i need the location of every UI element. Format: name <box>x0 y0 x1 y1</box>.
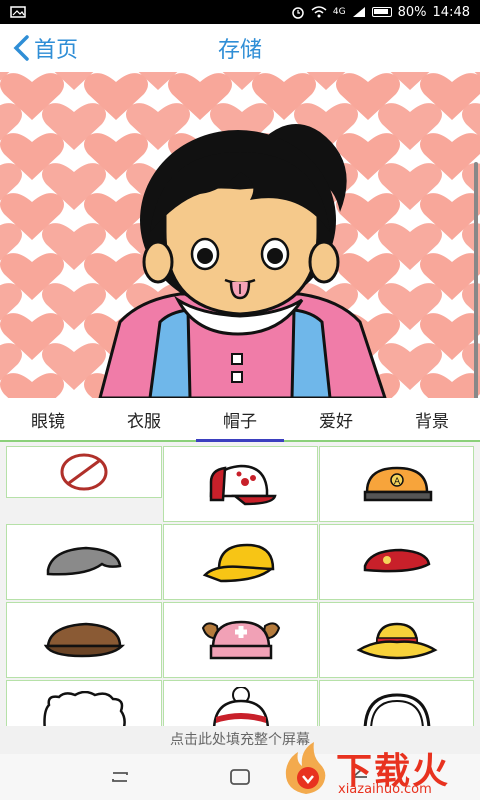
back-button[interactable]: 首页 <box>0 32 78 64</box>
yellow-cap-icon <box>202 543 274 583</box>
avatar-illustration <box>0 72 480 398</box>
battery-label: 80% <box>397 4 427 20</box>
signal-icon <box>352 7 365 17</box>
hat-grid: A <box>0 442 480 726</box>
hat-item[interactable] <box>6 524 162 600</box>
hat-item[interactable] <box>163 446 318 522</box>
hat-item[interactable] <box>6 680 162 726</box>
nav-bar: 首页 存储 <box>0 24 480 72</box>
tab-glasses[interactable]: 眼镜 <box>0 398 96 440</box>
wifi-icon <box>311 6 327 18</box>
system-nav-bar <box>0 754 480 800</box>
time-label: 14:48 <box>432 4 470 20</box>
orange-cap-icon: A <box>363 466 432 502</box>
home-button[interactable] <box>220 762 260 792</box>
headphones-icon <box>363 693 430 726</box>
hat-item[interactable] <box>163 602 318 678</box>
tab-clothes[interactable]: 衣服 <box>96 398 192 440</box>
hat-item[interactable] <box>319 524 474 600</box>
recent-apps-button[interactable] <box>100 762 140 792</box>
tab-label: 眼镜 <box>31 411 65 432</box>
alarm-icon <box>292 7 304 19</box>
back-label: 首页 <box>34 38 79 63</box>
straw-hat-icon <box>355 622 438 660</box>
hat-item[interactable] <box>319 602 474 678</box>
hat-item[interactable] <box>6 602 162 678</box>
beanie-icon <box>212 687 269 726</box>
tab-label: 衣服 <box>127 411 161 432</box>
battery-icon <box>371 7 392 17</box>
hat-item[interactable]: A <box>319 446 474 522</box>
back-icon <box>352 769 367 778</box>
tab-hobbies[interactable]: 爱好 <box>288 398 384 440</box>
hat-item[interactable] <box>319 680 474 726</box>
hat-item[interactable] <box>163 524 318 600</box>
tab-label: 爱好 <box>319 411 353 432</box>
category-tabs: 眼镜 衣服 帽子 爱好 背景 <box>0 398 480 442</box>
home-icon <box>230 769 250 785</box>
tab-label: 帽子 <box>223 411 257 432</box>
canvas-scrollbar[interactable] <box>474 162 478 398</box>
image-icon <box>10 6 26 18</box>
tab-label: 背景 <box>415 411 449 432</box>
none-icon <box>60 453 108 491</box>
red-beret-icon <box>363 548 430 573</box>
network-label: 4G <box>332 7 346 17</box>
save-button[interactable]: 存储 <box>218 38 262 63</box>
svg-text:A: A <box>394 477 401 487</box>
recent-apps-icon <box>112 772 128 782</box>
back-nav-button[interactable] <box>340 762 380 792</box>
hat-item[interactable] <box>163 680 318 726</box>
pink-chopper-hat-icon <box>201 620 280 660</box>
white-fluffy-hat-icon <box>43 691 126 726</box>
tab-background[interactable]: 背景 <box>384 398 480 440</box>
brown-newsboy-cap-icon <box>43 622 126 658</box>
avatar-canvas[interactable] <box>0 72 480 398</box>
baseball-cap-icon <box>209 464 277 506</box>
tab-hats[interactable]: 帽子 <box>192 398 288 442</box>
hat-item[interactable] <box>6 446 162 498</box>
fill-screen-hint[interactable]: 点击此处填充整个屏幕 <box>0 726 480 754</box>
chevron-left-icon <box>13 35 29 61</box>
gray-flat-cap-icon <box>46 546 122 576</box>
status-bar: 4G 80% 14:48 <box>0 0 480 24</box>
